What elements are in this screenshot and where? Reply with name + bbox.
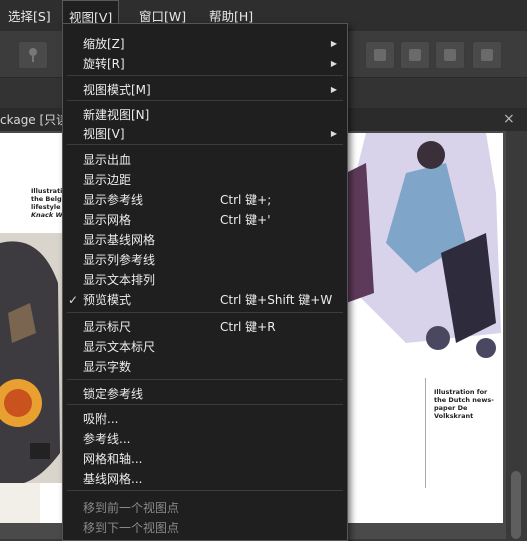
menu-item-view-mode[interactable]: 视图模式[M] ▶: [63, 80, 347, 100]
menu-item-label: 参考线...: [83, 432, 131, 446]
menu-item-label: 显示文本标尺: [83, 340, 156, 354]
menu-item-show-grid[interactable]: 显示网格 Ctrl 键+': [63, 210, 347, 230]
left-illustration: [0, 233, 62, 523]
menu-item-show-margins[interactable]: 显示边距: [63, 170, 347, 190]
caption-right: Illustration for the Dutch news- paper D…: [434, 388, 503, 420]
menu-item-label: 新建视图[N]: [83, 108, 150, 122]
menu-item-shortcut: Ctrl 键+R: [220, 320, 276, 334]
view-menu-dropdown: 缩放[Z] ▶ 旋转[R] ▶ 视图模式[M] ▶ 新建视图[N] 视图[V] ▶ 显示出血显示边…: [62, 23, 348, 541]
menu-item-label: 基线网格...: [83, 472, 143, 486]
menu-item-show-rulers[interactable]: 显示标尺 Ctrl 键+R: [63, 317, 347, 337]
menu-separator: [67, 490, 343, 491]
pin-stem: [32, 55, 34, 62]
menu-item-shortcut: Ctrl 键+Shift 键+W: [220, 293, 333, 307]
align-button-2[interactable]: [400, 41, 430, 69]
menu-item-new-view[interactable]: 新建视图[N]: [63, 105, 347, 125]
menu-item-shortcut: Ctrl 键+;: [220, 193, 272, 207]
menu-item-label: 显示字数: [83, 360, 132, 374]
menu-separator: [67, 75, 343, 76]
menu-item-label: 吸附...: [83, 412, 119, 426]
menu-separator: [67, 144, 343, 145]
menu-separator: [67, 312, 343, 313]
menu-item-previous-view-point: 移到前一个视图点: [63, 498, 347, 518]
menu-item-label: 旋转[R]: [83, 57, 125, 71]
menu-item-label: 网格和轴...: [83, 452, 143, 466]
menu-item-snapping[interactable]: 吸附...: [63, 409, 347, 429]
close-icon[interactable]: ×: [503, 112, 515, 126]
menu-item-label: 显示边距: [83, 173, 132, 187]
menu-item-show-baseline-grid[interactable]: 显示基线网格: [63, 230, 347, 250]
menu-item-show-column-guides[interactable]: 显示列参考线: [63, 250, 347, 270]
menu-item-label: 移到下一个视图点: [83, 521, 180, 535]
menu-item-label: 缩放[Z]: [83, 37, 125, 51]
menu-separator: [67, 379, 343, 380]
align-button-3[interactable]: [435, 41, 465, 69]
menu-item-show-guides[interactable]: 显示参考线 Ctrl 键+;: [63, 190, 347, 210]
column-guide: [425, 378, 426, 488]
menu-item-label: 移到前一个视图点: [83, 501, 180, 515]
right-illustration: [346, 133, 503, 358]
menu-item-guides[interactable]: 参考线...: [63, 429, 347, 449]
menu-item-shortcut: Ctrl 键+': [220, 213, 271, 227]
menu-item-show-text-ruler[interactable]: 显示文本标尺: [63, 337, 347, 357]
menu-item-lock-guides[interactable]: 锁定参考线: [63, 384, 347, 404]
caption-right-line-2: the Dutch news-: [434, 396, 494, 404]
menu-item-label: 显示基线网格: [83, 233, 156, 247]
menu-item-label: 显示网格: [83, 213, 132, 227]
menu-item-show-text-flow[interactable]: 显示文本排列: [63, 270, 347, 290]
menu-item-view[interactable]: 视图[V] ▶: [63, 124, 347, 144]
submenu-arrow-icon: ▶: [330, 39, 337, 48]
menu-item-label: 预览模式: [83, 293, 132, 307]
menu-item-label: 显示文本排列: [83, 273, 156, 287]
align-icon: [374, 49, 386, 61]
scrollbar-thumb[interactable]: [511, 471, 521, 539]
submenu-arrow-icon: ▶: [330, 129, 337, 138]
checkmark-icon: ✓: [68, 293, 79, 307]
menu-item-label: 显示列参考线: [83, 253, 156, 267]
align-icon: [444, 49, 456, 61]
menu-separator: [67, 100, 343, 101]
menu-item-rotate[interactable]: 旋转[R] ▶: [63, 54, 347, 74]
menu-item-label: 显示标尺: [83, 320, 132, 334]
menu-item-show-bleed[interactable]: 显示出血: [63, 150, 347, 170]
menu-item-zoom[interactable]: 缩放[Z] ▶: [63, 34, 347, 54]
menu-item-preview-mode[interactable]: ✓ 预览模式 Ctrl 键+Shift 键+W: [63, 290, 347, 310]
pin-tool-button[interactable]: [18, 41, 48, 69]
align-icon: [481, 49, 493, 61]
menu-separator: [67, 404, 343, 405]
menu-item-next-view-point: 移到下一个视图点: [63, 518, 347, 538]
submenu-arrow-icon: ▶: [330, 59, 337, 68]
menu-item-label: 显示参考线: [83, 193, 144, 207]
align-button-1[interactable]: [365, 41, 395, 69]
menu-item-baseline-grid[interactable]: 基线网格...: [63, 469, 347, 489]
caption-right-line-1: Illustration for: [434, 388, 488, 396]
menu-item-grid-and-axis[interactable]: 网格和轴...: [63, 449, 347, 469]
caption-right-line-3: paper De Volkskrant: [434, 404, 474, 420]
menu-item-label: 显示出血: [83, 153, 132, 167]
align-icon: [409, 49, 421, 61]
menu-item-label: 锁定参考线: [83, 387, 144, 401]
menu-select[interactable]: 选择[S]: [2, 0, 57, 31]
align-button-4[interactable]: [472, 41, 502, 69]
vertical-scrollbar[interactable]: [506, 131, 527, 539]
menu-item-label: 视图[V]: [83, 127, 125, 141]
menu-item-label: 视图模式[M]: [83, 83, 151, 97]
submenu-arrow-icon: ▶: [330, 85, 337, 94]
menu-item-show-word-count[interactable]: 显示字数: [63, 357, 347, 377]
